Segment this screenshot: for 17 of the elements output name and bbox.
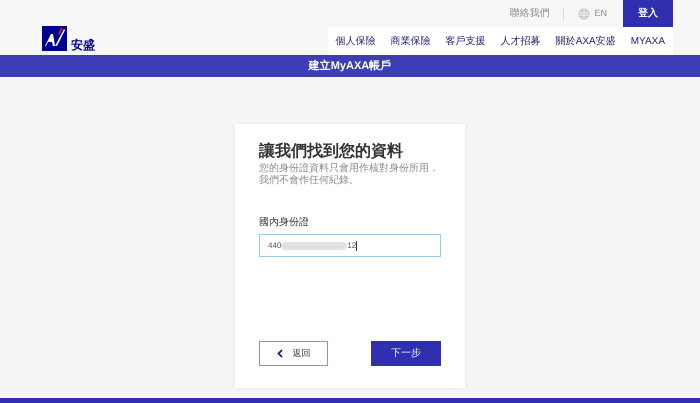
nav-link[interactable]: 商業保險 [390, 34, 431, 48]
nav-link[interactable]: MYAXA [630, 34, 665, 48]
id-input-field[interactable]: 440 12 [259, 234, 441, 257]
next-button[interactable]: 下一步 [371, 341, 441, 366]
form-subtitle: 您的身份證資料只會用作核對身份所用，我們不會作任何紀錄。 [259, 163, 440, 187]
nav-link[interactable]: 個人保險 [336, 34, 376, 48]
globe-icon[interactable] [578, 8, 590, 20]
page-banner: 建立MyAXA帳戶 [0, 55, 700, 77]
login-button[interactable]: 登入 [623, 0, 673, 27]
nav-link[interactable]: 人才招募 [500, 34, 541, 48]
nav-link[interactable]: 客戶支援 [446, 34, 486, 48]
nav-link[interactable]: 關於AXA安盛 [556, 34, 616, 48]
chevron-left-icon [276, 349, 282, 358]
field-label: 國內身份證 [259, 216, 310, 230]
form-title: 讓我們找到您的資料 [259, 142, 404, 162]
brand-name: 安盛 [71, 39, 95, 51]
back-button[interactable]: 返回 [259, 341, 328, 366]
